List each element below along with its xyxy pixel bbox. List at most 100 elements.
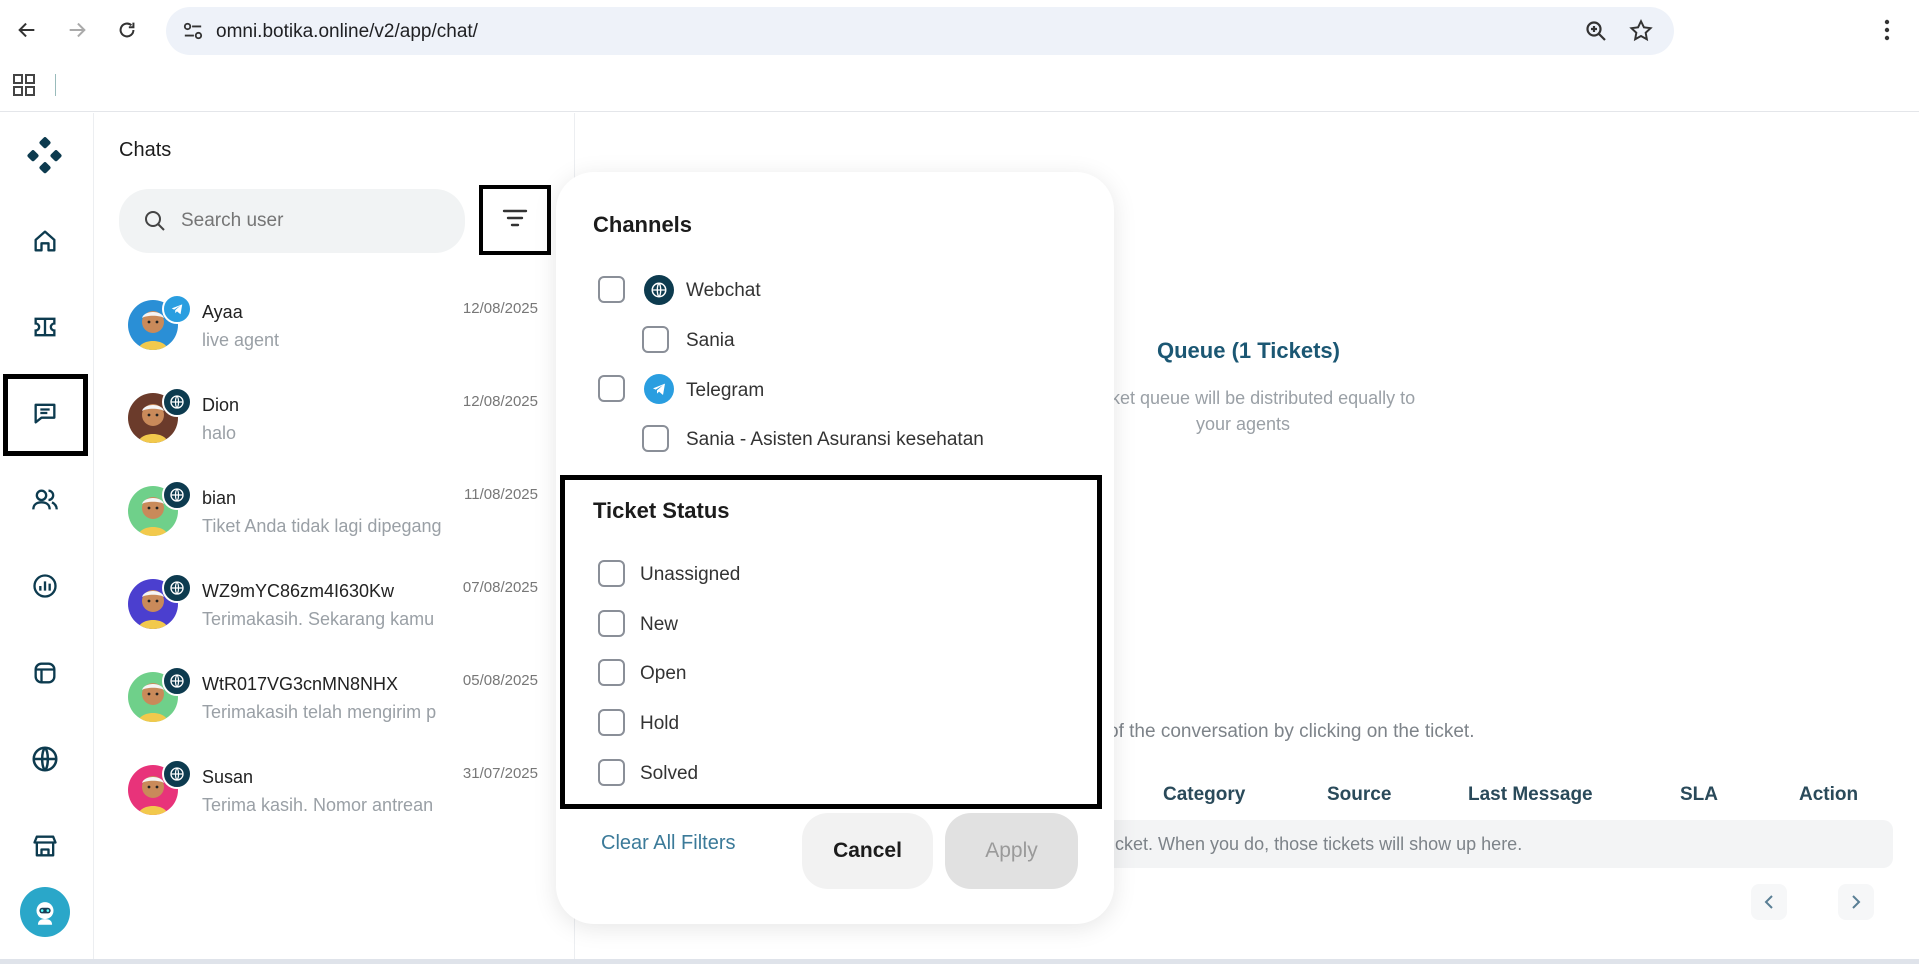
chat-list-item[interactable]: Dion halo 12/08/2025 (128, 387, 538, 469)
empty-text: icket. When you do, those tickets will s… (1111, 834, 1523, 854)
column-sla: SLA (1680, 784, 1718, 805)
ticket-status-section: Ticket Status Unassigned New Open Hold S… (560, 475, 1102, 809)
chat-last-message: Terimakasih telah mengirim p (202, 702, 437, 722)
contacts-icon[interactable] (22, 477, 68, 523)
checkbox-sania-asisten[interactable] (642, 425, 669, 452)
column-action: Action (1799, 784, 1859, 805)
address-bar[interactable]: omni.botika.online/v2/app/chat/ (166, 7, 1674, 55)
channels-title: Channels (593, 212, 693, 237)
status-new-label: New (640, 614, 679, 635)
column-last-message: Last Message (1468, 784, 1593, 805)
ticket-status-title: Ticket Status (593, 498, 730, 523)
filter-modal: Channels Webchat Sania Telegram Sania - … (556, 172, 1114, 924)
column-category: Category (1163, 784, 1246, 805)
reload-icon[interactable] (112, 15, 142, 45)
home-icon[interactable] (22, 218, 68, 264)
search-box[interactable] (119, 189, 465, 253)
queue-hint: of the conversation by clicking on the t… (1108, 721, 1475, 742)
webchat-icon (162, 759, 192, 789)
zoom-icon[interactable] (1584, 19, 1608, 48)
apply-button[interactable]: Apply (945, 813, 1078, 889)
checkbox-unassigned[interactable] (598, 560, 625, 587)
checkbox-sania[interactable] (642, 326, 669, 353)
forward-icon[interactable] (62, 15, 92, 45)
chat-last-message: Terima kasih. Nomor antrean (202, 795, 434, 815)
chat-date: 11/08/2025 (464, 486, 538, 503)
webchat-icon (162, 573, 192, 603)
chat-date: 12/08/2025 (462, 300, 538, 317)
chat-name: bian (202, 488, 237, 508)
apps-grid-icon[interactable] (13, 74, 35, 101)
channel-telegram-label: Telegram (686, 380, 765, 401)
botika-logo-icon[interactable] (22, 133, 68, 179)
chat-list-item[interactable]: bian Tiket Anda tidak lagi dipegang 11/0… (128, 480, 538, 562)
telegram-icon (162, 294, 192, 324)
chat-name: WZ9mYC86zm4I630Kw (202, 581, 395, 601)
search-icon (143, 209, 167, 238)
status-solved-label: Solved (640, 763, 699, 784)
chat-date: 05/08/2025 (462, 672, 538, 689)
filter-icon (502, 207, 528, 234)
chat-name: WtR017VG3cnMN8NHX (202, 674, 399, 694)
status-unassigned-label: Unassigned (640, 564, 741, 585)
chat-list-item[interactable]: WZ9mYC86zm4I630Kw Terimakasih. Sekarang … (128, 573, 538, 655)
globe-icon[interactable] (22, 736, 68, 782)
checkbox-webchat[interactable] (598, 276, 625, 303)
store-icon[interactable] (22, 823, 68, 869)
status-hold-label: Hold (640, 713, 680, 734)
telegram-icon (644, 374, 674, 404)
chat-list-item[interactable]: WtR017VG3cnMN8NHX Terimakasih telah meng… (128, 666, 538, 748)
column-source: Source (1327, 784, 1392, 805)
site-settings-icon[interactable] (182, 21, 204, 46)
chat-name: Dion (202, 395, 240, 415)
next-page-icon[interactable] (1838, 884, 1874, 920)
bookmarks-bar (0, 62, 1919, 112)
chat-last-message: Tiket Anda tidak lagi dipegang (202, 516, 442, 536)
ticket-icon[interactable] (22, 304, 68, 350)
analytics-icon[interactable] (22, 563, 68, 609)
filter-button[interactable] (479, 185, 551, 255)
bot-avatar-icon[interactable] (20, 887, 70, 937)
cancel-button[interactable]: Cancel (802, 813, 933, 889)
chat-date: 31/07/2025 (462, 765, 538, 782)
clear-all-filters-button[interactable]: Clear All Filters (601, 832, 735, 855)
window-bottom-edge (0, 959, 1919, 964)
bookmark-star-icon[interactable] (1628, 18, 1654, 49)
browser-menu-icon[interactable] (1872, 15, 1902, 45)
chat-date: 07/08/2025 (462, 579, 538, 596)
app-sidebar (0, 113, 94, 959)
chat-icon[interactable] (22, 390, 68, 436)
channel-webchat-label: Webchat (686, 280, 761, 301)
chat-name: Susan (202, 767, 254, 787)
checkbox-hold[interactable] (598, 709, 625, 736)
chat-last-message: live agent (202, 330, 280, 350)
checkbox-solved[interactable] (598, 759, 625, 786)
chat-name: Ayaa (202, 302, 243, 322)
empty-row: icket. When you do, those tickets will s… (1075, 820, 1893, 868)
back-icon[interactable] (12, 15, 42, 45)
channel-sania-label: Sania (686, 330, 735, 351)
checkbox-open[interactable] (598, 659, 625, 686)
chat-last-message: Terimakasih. Sekarang kamu (202, 609, 435, 629)
chat-last-message: halo (202, 423, 237, 443)
url-text[interactable]: omni.botika.online/v2/app/chat/ (216, 21, 478, 43)
webchat-icon (162, 666, 192, 696)
checkbox-telegram[interactable] (598, 375, 625, 402)
bookmarks-divider (55, 74, 56, 96)
status-open-label: Open (640, 663, 687, 684)
chats-panel: Chats Ayaa live agent 12/08/2025 Dion ha… (94, 113, 575, 959)
webchat-icon (162, 387, 192, 417)
prev-page-icon[interactable] (1751, 884, 1787, 920)
checkbox-new[interactable] (598, 610, 625, 637)
queue-desc-line2: your agents (1196, 414, 1291, 434)
templates-icon[interactable] (22, 650, 68, 696)
chat-list-item[interactable]: Susan Terima kasih. Nomor antrean 31/07/… (128, 759, 538, 841)
webchat-icon (644, 275, 674, 305)
queue-desc-line1: ket queue will be distributed equally to (1111, 388, 1416, 408)
chat-date: 12/08/2025 (462, 393, 538, 410)
chats-title: Chats (119, 139, 172, 161)
channel-sania-asisten-label: Sania - Asisten Asuransi kesehatan (686, 429, 984, 450)
chat-list-item[interactable]: Ayaa live agent 12/08/2025 (128, 294, 538, 376)
queue-title: Queue (1 Tickets) (1157, 338, 1340, 363)
search-input[interactable] (181, 207, 441, 235)
